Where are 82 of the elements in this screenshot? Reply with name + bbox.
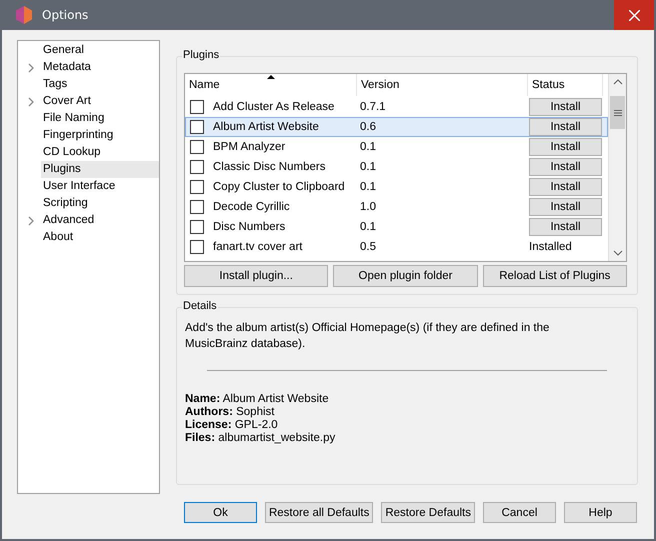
chevron-icon[interactable] [28, 62, 34, 72]
plugin-version: 0.1 [360, 141, 376, 153]
plugin-name: BPM Analyzer [213, 141, 286, 153]
table-row[interactable]: Disc Numbers 0.1 Install [185, 217, 608, 237]
checkbox[interactable] [190, 220, 204, 234]
action-button[interactable]: Reload List of Plugins [482, 265, 627, 287]
sidebar-item[interactable]: Plugins [41, 161, 159, 178]
plugin-name: Add Cluster As Release [213, 101, 334, 113]
checkbox[interactable] [190, 100, 204, 114]
close-button[interactable] [614, 0, 654, 30]
plugin-version: 0.1 [360, 181, 376, 193]
plugin-description: Add's the album artist(s) Official Homepage(s) (if they are defined in the MusicBrainz database). [185, 321, 550, 352]
table-row[interactable]: Album Artist Website 0.6 Install [185, 117, 608, 137]
dialog-button[interactable]: Ok [184, 502, 257, 523]
sidebar-item[interactable]: File Naming [41, 110, 159, 127]
chevron-icon[interactable] [28, 216, 34, 226]
dialog-button[interactable]: Cancel [483, 502, 556, 523]
table-row[interactable]: Copy Cluster to Clipboard 0.1 Install [185, 177, 608, 197]
sidebar-item[interactable]: Tags [41, 76, 159, 93]
install-button[interactable]: Install [529, 138, 602, 156]
detail-line: License: GPL-2.0 [185, 419, 279, 432]
plugin-name: Disc Numbers [213, 221, 286, 233]
sidebar-item[interactable]: About [41, 229, 159, 246]
dialog-button[interactable]: Restore all Defaults [264, 502, 374, 523]
plugin-name: fanart.tv cover art [213, 241, 302, 253]
install-button[interactable]: Install [529, 158, 602, 176]
grip-icon [614, 110, 622, 116]
status-text: Installed [529, 241, 572, 253]
table-row[interactable]: BPM Analyzer 0.1 Install [185, 137, 608, 157]
sidebar-item[interactable]: CD Lookup [41, 144, 159, 161]
hexagon-logo-icon [16, 6, 32, 24]
checkbox[interactable] [190, 200, 204, 214]
sidebar-item[interactable]: Advanced [41, 212, 159, 229]
group-title: Details [182, 300, 218, 312]
sidebar-item[interactable]: User Interface [41, 178, 159, 195]
detail-line: Name: Album Artist Website [185, 393, 330, 406]
table-row[interactable]: fanart.tv cover art 0.5 Installed [185, 237, 608, 257]
plugin-name: Copy Cluster to Clipboard [213, 181, 345, 193]
scroll-up-icon[interactable] [612, 79, 622, 85]
checkbox[interactable] [190, 160, 204, 174]
checkbox[interactable] [190, 140, 204, 154]
close-icon [628, 10, 640, 20]
checkbox[interactable] [190, 240, 204, 254]
sidebar-item[interactable]: Fingerprinting [41, 127, 159, 144]
plugin-name: Album Artist Website [213, 121, 319, 133]
action-button[interactable]: Open plugin folder [333, 265, 478, 287]
plugin-version: 0.5 [360, 241, 376, 253]
sidebar-item[interactable]: Cover Art [41, 93, 159, 110]
group-title: Plugins [182, 49, 220, 61]
plugin-name: Classic Disc Numbers [213, 161, 326, 173]
scroll-down-icon[interactable] [612, 250, 622, 256]
window-title: Options [42, 8, 90, 22]
plugin-version: 0.1 [360, 221, 376, 233]
install-button[interactable]: Install [529, 98, 602, 116]
table-row[interactable]: Add Cluster As Release 0.7.1 Install [185, 97, 608, 117]
column-header[interactable]: Name [185, 74, 357, 96]
sidebar-item[interactable]: Scripting [41, 195, 159, 212]
dialog-button[interactable]: Restore Defaults [381, 502, 475, 523]
checkbox[interactable] [190, 180, 204, 194]
column-header[interactable]: Version [357, 74, 528, 96]
scrollbar-thumb[interactable] [610, 96, 625, 129]
install-button[interactable]: Install [529, 178, 602, 196]
plugin-version: 0.6 [360, 121, 376, 133]
plugin-version: 0.1 [360, 161, 376, 173]
detail-line: Files: albumartist_website.py [185, 432, 336, 445]
scrollbar[interactable] [608, 74, 626, 261]
checkbox[interactable] [190, 120, 204, 134]
plugin-name: Decode Cyrillic [213, 201, 290, 213]
table-row[interactable]: Classic Disc Numbers 0.1 Install [185, 157, 608, 177]
table-row[interactable]: Decode Cyrillic 1.0 Install [185, 197, 608, 217]
plugin-version: 1.0 [360, 201, 376, 213]
chevron-icon[interactable] [28, 96, 34, 106]
action-button[interactable]: Install plugin... [184, 265, 328, 287]
dialog-button[interactable]: Help [564, 502, 637, 523]
sidebar-item[interactable]: General [41, 42, 159, 59]
sidebar-item[interactable]: Metadata [41, 59, 159, 76]
install-button[interactable]: Install [529, 198, 602, 216]
install-button[interactable]: Install [529, 218, 602, 236]
column-header[interactable]: Status [528, 74, 603, 96]
install-button[interactable]: Install [529, 118, 602, 136]
plugin-version: 0.7.1 [360, 101, 386, 113]
detail-line: Authors: Sophist [185, 406, 276, 419]
